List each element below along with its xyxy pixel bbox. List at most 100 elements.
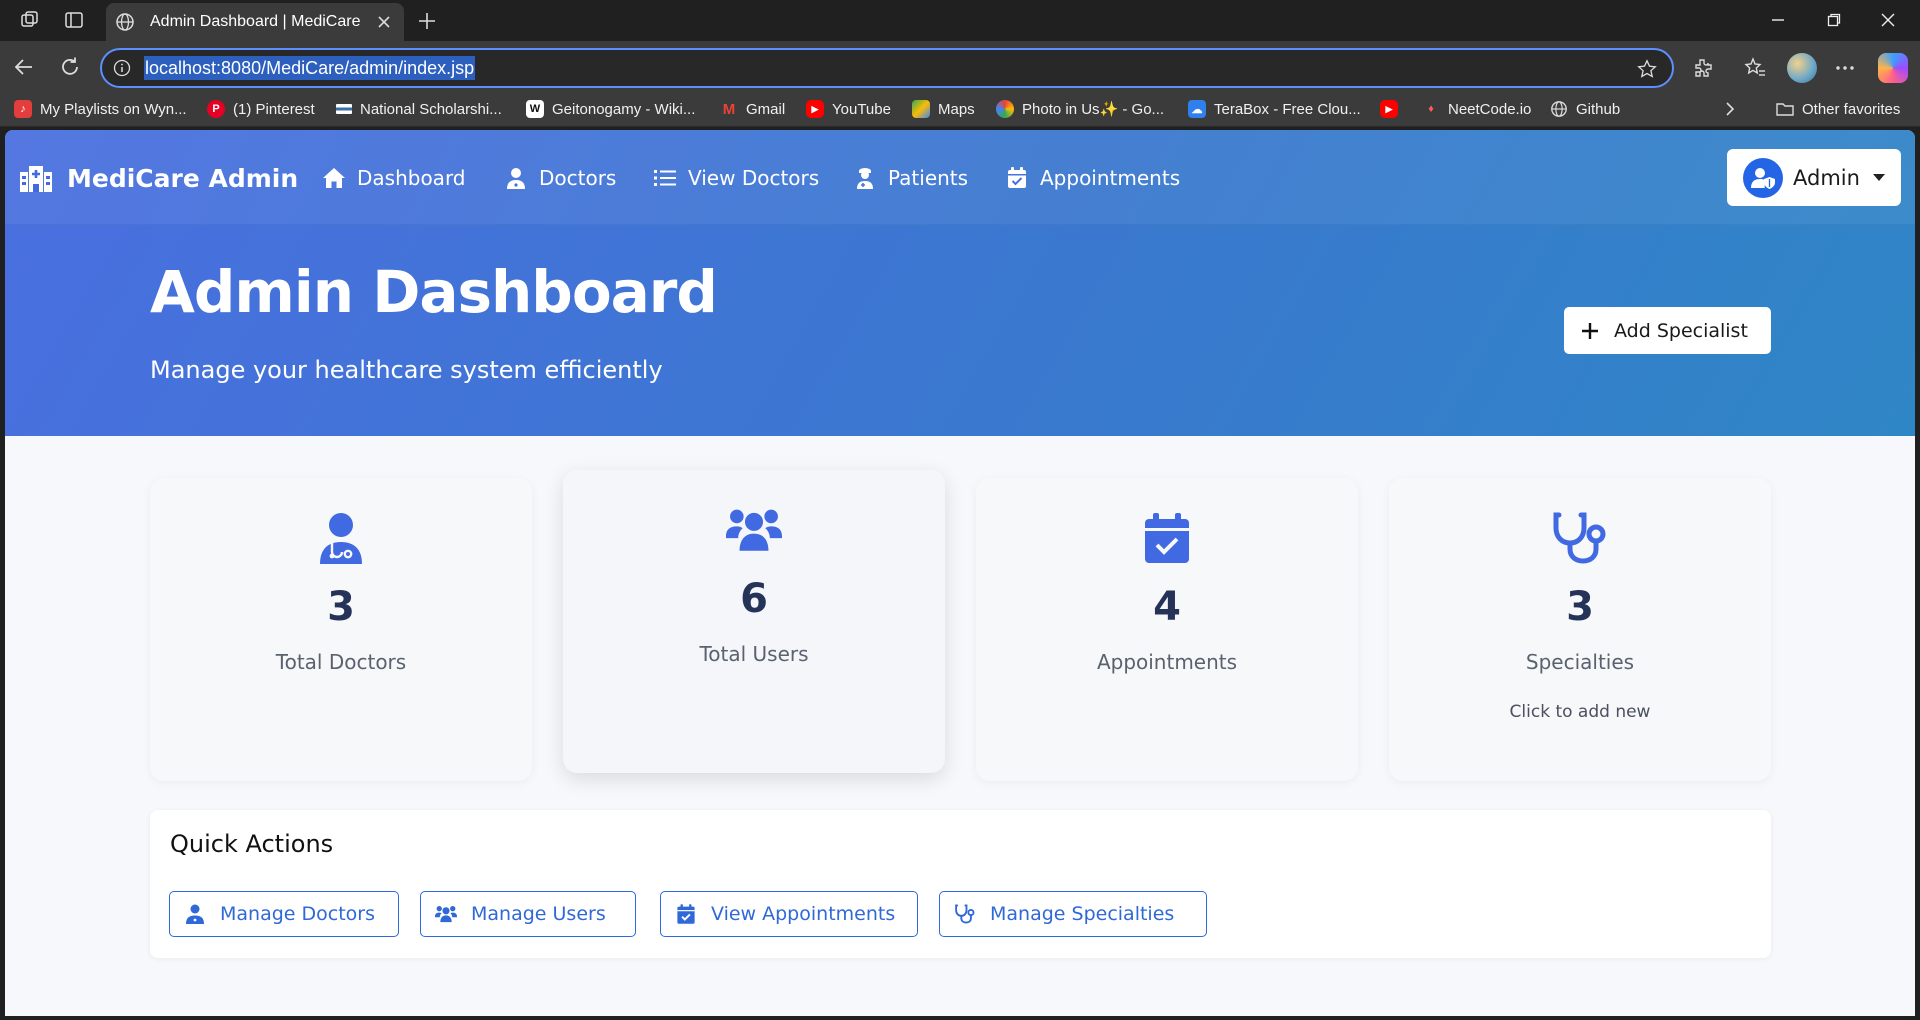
quick-actions-title: Quick Actions [170,830,334,858]
stat-value: 3 [1566,584,1594,630]
stat-card-appointments[interactable]: 4 Appointments [976,478,1358,781]
list-icon [653,166,677,190]
view-appointments-button[interactable]: View Appointments [660,891,918,937]
nav-label: Appointments [1040,166,1181,190]
wikipedia-icon: W [526,100,544,118]
user-doctor-icon [504,166,528,190]
bookmark-item[interactable]: ▶ YouTube [806,98,891,120]
quick-action-label: Manage Doctors [220,903,375,925]
quick-action-label: View Appointments [711,903,896,925]
close-window-icon[interactable] [1876,8,1900,32]
pinterest-icon: P [207,100,225,118]
bookmark-label: National Scholarshi... [360,100,502,118]
stat-label: Appointments [1096,650,1238,674]
chevron-right-icon[interactable] [1720,98,1740,120]
extensions-icon[interactable] [1690,55,1716,81]
manage-users-button[interactable]: Manage Users [420,891,636,937]
bookmark-item[interactable]: Photo in Us✨ - Go... [996,98,1164,120]
stat-value: 3 [327,584,355,630]
folder-icon [1776,100,1794,118]
bookmarks-bar: ♪ My Playlists on Wyn... P (1) Pinterest… [0,91,1920,127]
refresh-icon[interactable] [56,53,84,81]
brand-name: MediCare Admin [67,163,299,193]
nav-label: View Doctors [688,166,820,190]
profile-avatar[interactable] [1787,53,1817,83]
more-options-icon[interactable] [1832,55,1858,81]
back-icon[interactable] [10,53,38,81]
minimize-icon[interactable] [1766,8,1790,32]
user-menu-label: Admin [1793,165,1860,190]
site-info-icon[interactable] [112,58,132,78]
bookmark-item[interactable]: P (1) Pinterest [207,98,315,120]
nav-doctors[interactable]: Doctors [504,160,616,196]
maps-icon [912,100,930,118]
manage-specialties-button[interactable]: Manage Specialties [939,891,1207,937]
top-navbar: MediCare Admin Dashboard Doctors View Do… [5,130,1915,225]
bookmark-item[interactable]: ♪ My Playlists on Wyn... [14,98,187,120]
other-favorites[interactable]: Other favorites [1776,98,1900,120]
browser-tab-active[interactable]: Admin Dashboard | MediCare [106,3,404,41]
page-subtitle: Manage your healthcare system efficientl… [150,356,663,384]
calendar-check-icon [675,903,697,925]
stat-card-users[interactable]: 6 Total Users [563,470,945,773]
stat-label: Specialties [1525,650,1635,674]
manage-doctors-button[interactable]: Manage Doctors [169,891,399,937]
user-shield-icon [1743,157,1783,198]
stat-hint: Click to add new [1509,702,1651,722]
stat-label: Total Doctors [275,650,407,674]
url-text[interactable]: localhost:8080/MediCare/admin/index.jsp [144,56,476,80]
bookmark-label: Geitonogamy - Wiki... [552,100,696,118]
favorite-star-icon[interactable] [1636,58,1658,80]
favorites-icon[interactable] [1742,55,1768,81]
restore-icon[interactable] [1822,8,1846,32]
stat-value: 6 [740,576,768,622]
page-viewport: MediCare Admin Dashboard Doctors View Do… [5,130,1915,1016]
bookmark-label: Github [1576,100,1621,118]
nav-appointments[interactable]: Appointments [1005,160,1180,196]
users-icon [726,502,782,558]
add-specialist-button[interactable]: Add Specialist [1564,307,1771,354]
address-bar[interactable]: localhost:8080/MediCare/admin/index.jsp [100,48,1674,88]
tab-title: Admin Dashboard | MediCare [150,13,361,30]
brand-link[interactable]: MediCare Admin [19,160,298,196]
workspaces-icon[interactable] [18,8,42,32]
new-tab-icon[interactable] [414,8,440,34]
bookmark-item[interactable]: Github [1550,98,1620,120]
bookmark-label: (1) Pinterest [233,100,315,118]
quick-action-label: Manage Users [471,903,606,925]
calendar-check-icon [1005,166,1029,190]
home-icon [322,166,346,190]
close-tab-icon[interactable] [374,12,394,32]
user-doctor-icon [184,903,206,925]
globe-icon [1550,100,1568,118]
vertical-tabs-icon[interactable] [62,8,86,32]
page-title: Admin Dashboard [150,258,718,326]
bookmark-item[interactable]: Maps [912,98,975,120]
nav-patients[interactable]: Patients [853,160,968,196]
browser-titlebar: Admin Dashboard | MediCare [0,0,1920,41]
bookmark-item[interactable]: W Geitonogamy - Wiki... [526,98,695,120]
hospital-icon [19,162,53,194]
youtube-icon: ▶ [806,100,824,118]
bookmark-item[interactable]: National Scholarshi... [336,98,502,120]
other-favorites-label: Other favorites [1802,100,1901,118]
quick-actions-panel: Quick Actions Manage Doctors Manage User… [150,810,1771,958]
stat-card-specialties[interactable]: 3 Specialties Click to add new [1389,478,1771,781]
user-menu-button[interactable]: Admin [1727,149,1901,206]
stat-card-doctors[interactable]: 3 Total Doctors [150,478,532,781]
bookmark-item[interactable]: ▶ [1380,98,1406,120]
add-specialist-label: Add Specialist [1614,319,1748,342]
bookmark-item[interactable]: M Gmail [720,98,785,120]
terabox-icon: ☁ [1188,100,1206,118]
youtube-icon: ▶ [1380,100,1398,118]
nav-label: Patients [888,166,969,190]
stethoscope-icon [954,903,976,925]
bookmark-label: My Playlists on Wyn... [40,100,187,118]
bookmark-item[interactable]: ☁ TeraBox - Free Clou... [1188,98,1361,120]
caret-down-icon [1873,174,1885,181]
nav-view-doctors[interactable]: View Doctors [653,160,819,196]
bookmark-item[interactable]: ♦ NeetCode.io [1422,98,1531,120]
copilot-icon[interactable] [1878,53,1908,83]
nav-dashboard[interactable]: Dashboard [322,160,466,196]
bookmark-label: TeraBox - Free Clou... [1214,100,1361,118]
